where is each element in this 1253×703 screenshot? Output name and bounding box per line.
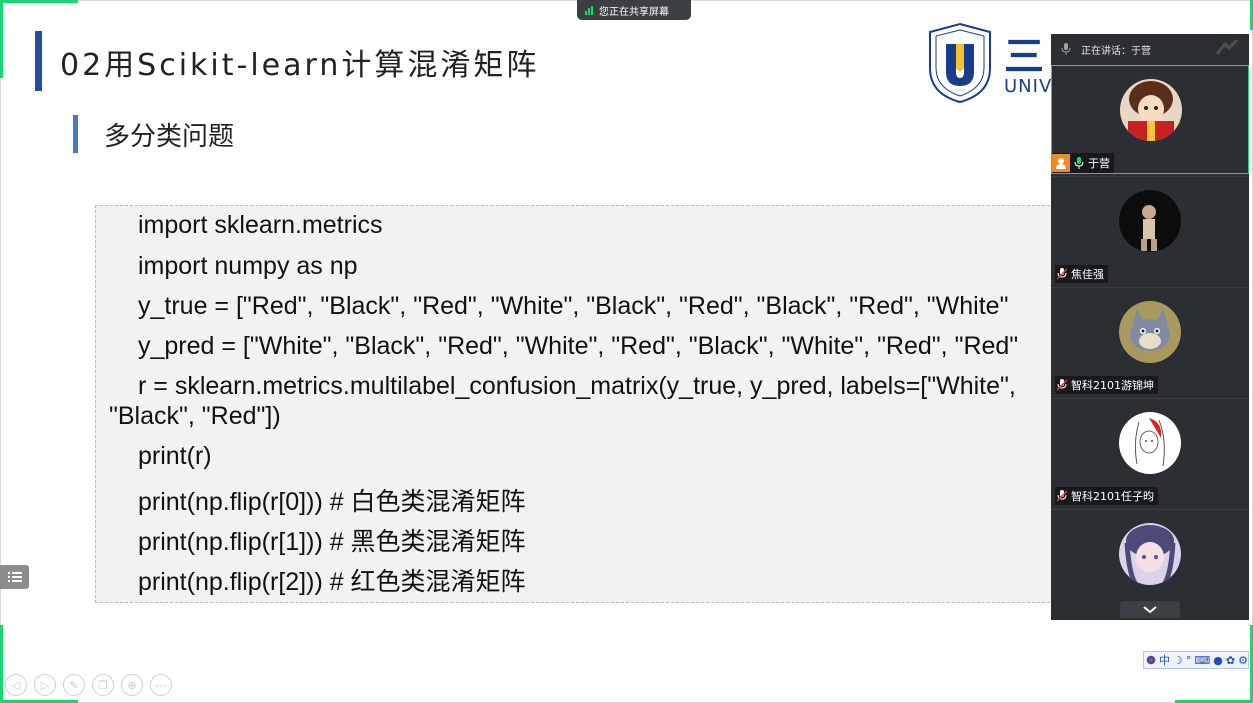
- slide-subtitle: 多分类问题: [104, 122, 235, 152]
- title-accent-bar: [35, 31, 42, 91]
- slide-list-button[interactable]: [0, 565, 29, 589]
- code-line: print(r): [138, 442, 212, 470]
- code-line: r = sklearn.metrics.multilabel_confusion…: [138, 372, 1016, 400]
- code-line: "Black", "Red"]): [109, 402, 281, 430]
- grip-icon[interactable]: [1215, 40, 1243, 56]
- participant-name: 智科2101任子昀: [1071, 490, 1154, 503]
- participant-name: 智科2101游锦坤: [1071, 379, 1154, 392]
- speaking-label: 正在讲话：于营: [1081, 45, 1151, 57]
- cartoon-cat-avatar: [1119, 301, 1181, 363]
- share-border-corner: [0, 0, 78, 3]
- mic-muted-icon: [1057, 379, 1067, 391]
- code-line: print(np.flip(r[2])) # 红色类混淆矩阵: [138, 568, 526, 596]
- anime-girl-red-avatar: [1120, 79, 1182, 141]
- slideshow-controls: ◁ ▷ ✎ ❐ ⊕ ⋯: [5, 674, 172, 696]
- avatar: [1119, 412, 1181, 474]
- anime-purple-avatar: [1119, 523, 1181, 585]
- scroll-down-button[interactable]: [1120, 601, 1180, 618]
- panel-header: 正在讲话：于营: [1051, 34, 1249, 64]
- copy-icon[interactable]: ❐: [92, 674, 114, 696]
- slide-title: 02用Scikit-learn计算混淆矩阵: [60, 48, 540, 83]
- pen-icon[interactable]: ✎: [63, 674, 85, 696]
- participants-panel: 正在讲话：于营 于营 焦佳强 智科2101游锦坤 智科2101任子昀: [1051, 34, 1249, 620]
- participant-tile[interactable]: 焦佳强: [1051, 176, 1249, 285]
- chevron-down-icon: [1143, 605, 1157, 613]
- ime-mode[interactable]: 中: [1159, 652, 1170, 668]
- participant-label: 智科2101任子昀: [1055, 487, 1158, 505]
- code-line: print(np.flip(r[0])) # 白色类混淆矩阵: [138, 488, 526, 516]
- avatar: [1120, 79, 1182, 141]
- participant-tile[interactable]: 于营: [1051, 65, 1249, 174]
- next-icon[interactable]: ▷: [34, 674, 56, 696]
- university-logo: [929, 22, 991, 104]
- list-icon: [7, 572, 22, 582]
- code-line: y_true = ["Red", "Black", "Red", "White"…: [138, 292, 1009, 320]
- code-line: print(np.flip(r[1])) # 黑色类混淆矩阵: [138, 528, 526, 556]
- punctuation-icon[interactable]: °: [1186, 654, 1192, 667]
- code-line: y_pred = ["White", "Black", "Red", "Whit…: [138, 332, 1019, 360]
- dark-figure-avatar: [1119, 190, 1181, 252]
- mic-muted-icon: [1057, 490, 1067, 502]
- mic-icon[interactable]: ●: [1213, 654, 1223, 667]
- zoom-icon[interactable]: ⊕: [121, 674, 143, 696]
- mic-muted-icon: [1057, 268, 1067, 280]
- participant-name: 于营: [1088, 157, 1110, 170]
- skin-icon[interactable]: ✿: [1226, 654, 1235, 667]
- mic-icon: [1061, 43, 1071, 55]
- moon-icon[interactable]: ☽: [1173, 654, 1183, 667]
- university-name-en: UNIV: [1004, 76, 1053, 97]
- host-icon: [1052, 154, 1070, 172]
- keyboard-icon[interactable]: ⌨: [1194, 654, 1210, 667]
- avatar: [1119, 301, 1181, 363]
- share-border-corner: [0, 0, 3, 78]
- code-line: import numpy as np: [138, 252, 358, 280]
- prev-icon[interactable]: ◁: [5, 674, 27, 696]
- avatar: [1119, 190, 1181, 252]
- participant-label: 智科2101游锦坤: [1055, 376, 1158, 394]
- code-block: import sklearn.metrics import numpy as n…: [95, 205, 1095, 603]
- sketch-girl-avatar: [1119, 412, 1181, 474]
- avatar: [1119, 523, 1181, 585]
- signal-bars-icon: [585, 5, 593, 15]
- screen-share-banner[interactable]: 您正在共享屏幕: [577, 0, 691, 20]
- ime-logo-icon: [1146, 655, 1156, 665]
- share-border-corner: [0, 625, 3, 703]
- more-icon[interactable]: ⋯: [150, 674, 172, 696]
- code-line: import sklearn.metrics: [138, 211, 383, 239]
- participant-tile[interactable]: 智科2101游锦坤: [1051, 287, 1249, 396]
- participant-name: 焦佳强: [1071, 268, 1104, 281]
- participant-tile[interactable]: 智科2101任子昀: [1051, 398, 1249, 507]
- gear-icon[interactable]: ⚙: [1238, 654, 1248, 667]
- participant-label: 于营: [1052, 153, 1114, 173]
- ime-toolbar[interactable]: 中 ☽ ° ⌨ ● ✿ ⚙: [1143, 651, 1249, 669]
- participant-label: 焦佳强: [1055, 265, 1108, 283]
- screen-share-text: 您正在共享屏幕: [599, 6, 669, 18]
- mic-on-icon: [1074, 157, 1084, 169]
- subtitle-accent-bar: [73, 115, 78, 153]
